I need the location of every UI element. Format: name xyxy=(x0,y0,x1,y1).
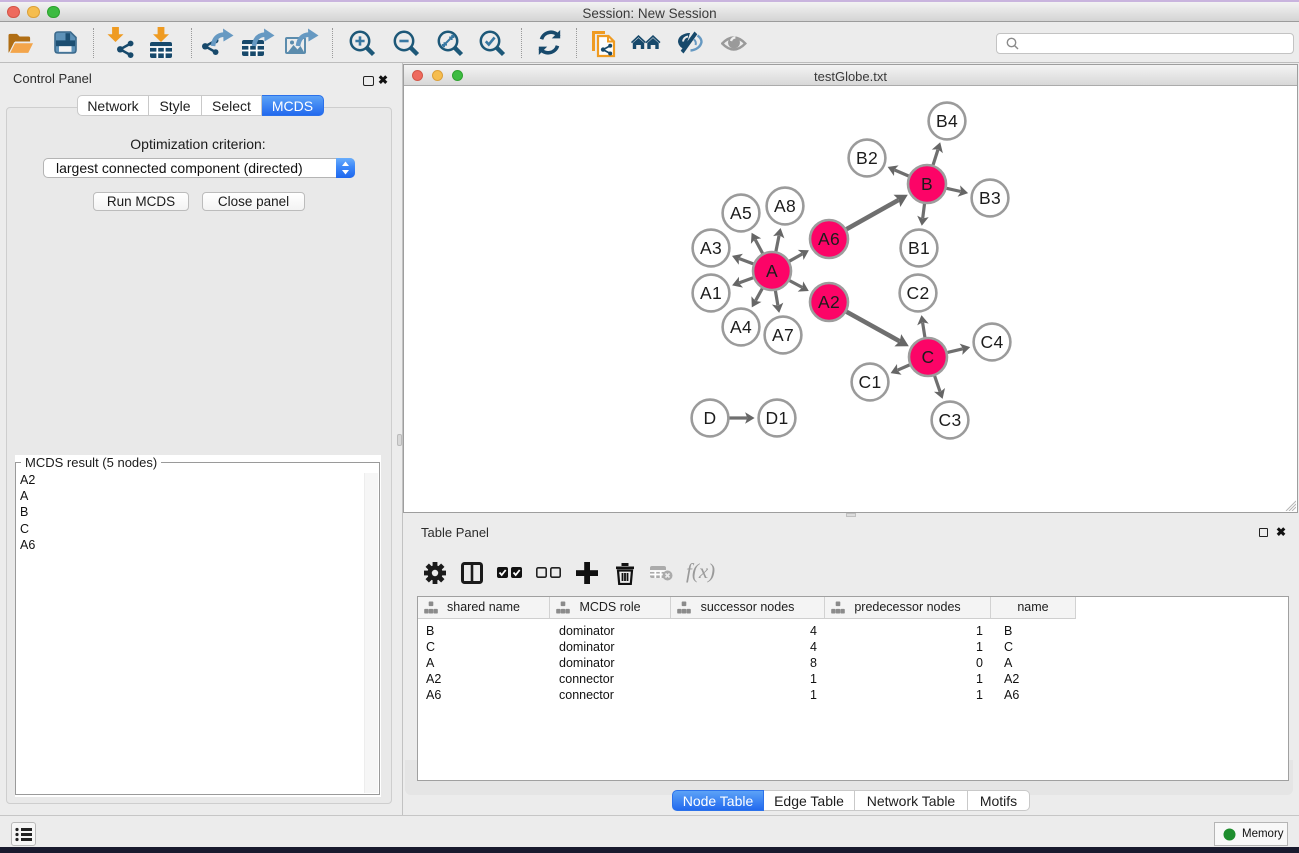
svg-text:A1: A1 xyxy=(700,283,722,303)
svg-text:C: C xyxy=(922,347,935,367)
svg-text:A2: A2 xyxy=(818,292,840,312)
svg-text:A3: A3 xyxy=(700,238,722,258)
svg-text:A5: A5 xyxy=(730,203,752,223)
svg-text:C2: C2 xyxy=(907,283,930,303)
svg-text:B3: B3 xyxy=(979,188,1001,208)
svg-text:B4: B4 xyxy=(936,111,958,131)
svg-text:D1: D1 xyxy=(766,408,789,428)
svg-text:C3: C3 xyxy=(939,410,962,430)
svg-text:A6: A6 xyxy=(818,229,840,249)
svg-text:A: A xyxy=(766,261,778,281)
svg-text:D: D xyxy=(704,408,717,428)
svg-text:B: B xyxy=(921,174,933,194)
svg-text:B2: B2 xyxy=(856,148,878,168)
svg-text:A7: A7 xyxy=(772,325,794,345)
svg-text:A4: A4 xyxy=(730,317,752,337)
svg-text:B1: B1 xyxy=(908,238,930,258)
svg-text:C1: C1 xyxy=(859,372,882,392)
svg-text:C4: C4 xyxy=(981,332,1004,352)
svg-text:f(x): f(x) xyxy=(686,561,715,583)
svg-text:A8: A8 xyxy=(774,196,796,216)
